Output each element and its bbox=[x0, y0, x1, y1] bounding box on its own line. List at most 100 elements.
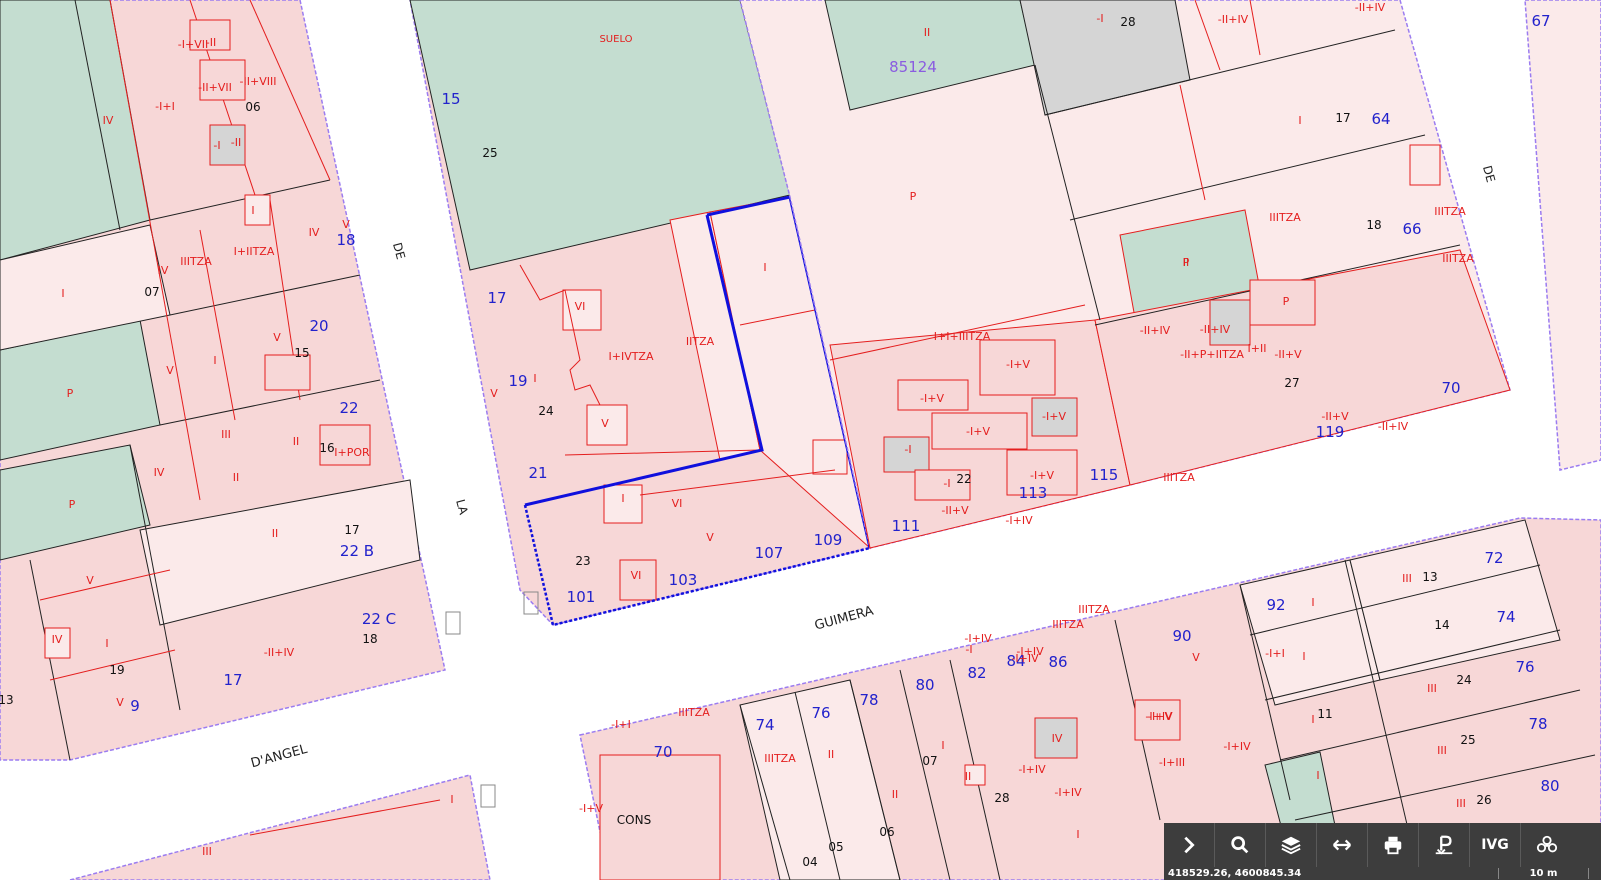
plot-number: 15 bbox=[294, 346, 309, 360]
floor-label: -II+VIII bbox=[240, 75, 277, 88]
plot-number: 22 bbox=[956, 472, 971, 486]
print-button[interactable] bbox=[1368, 823, 1419, 867]
measure-button[interactable] bbox=[1317, 823, 1368, 867]
floor-label: -I+VII bbox=[178, 38, 208, 51]
floor-label: -I+III bbox=[1159, 756, 1185, 769]
house-number: 67 bbox=[1531, 12, 1550, 30]
floor-label: II bbox=[233, 471, 240, 484]
plot-number: 28 bbox=[994, 791, 1009, 805]
floor-label: II bbox=[1183, 256, 1190, 269]
floor-label: -II bbox=[206, 36, 216, 49]
floor-label: -II+IV bbox=[1140, 324, 1171, 337]
floor-label: V bbox=[166, 364, 174, 377]
floor-label: II bbox=[892, 788, 899, 801]
house-number: 86 bbox=[1048, 653, 1067, 671]
floor-label: -I+V bbox=[966, 425, 990, 438]
floor-label: -II+IV bbox=[264, 646, 295, 659]
floor-label: I+POR bbox=[334, 446, 370, 459]
floor-label: V bbox=[342, 218, 350, 231]
layers-icon bbox=[1281, 836, 1301, 855]
floor-label: P bbox=[69, 498, 76, 511]
floor-label: -I bbox=[904, 443, 911, 456]
floor-label: IIITZA bbox=[180, 255, 212, 268]
floor-label: I+IVTZA bbox=[608, 350, 653, 363]
floor-label: III bbox=[1456, 797, 1466, 810]
floor-label: -II+V bbox=[941, 504, 969, 517]
floor-label: III bbox=[221, 428, 231, 441]
plot-number: 17 bbox=[344, 523, 359, 537]
floor-label: P bbox=[67, 387, 74, 400]
plot-number: 16 bbox=[319, 441, 334, 455]
floor-label: II bbox=[924, 26, 931, 39]
floor-label: I bbox=[763, 261, 766, 274]
print-icon bbox=[1384, 836, 1402, 855]
house-number: 15 bbox=[441, 90, 460, 108]
house-number: 66 bbox=[1402, 220, 1421, 238]
floor-label: I bbox=[1302, 650, 1305, 663]
plot-number: 18 bbox=[1366, 218, 1381, 232]
floor-label: -I+IV bbox=[1011, 652, 1039, 665]
floor-label: -I+V bbox=[1042, 410, 1066, 423]
floor-label: IIITZA bbox=[764, 752, 796, 765]
floor-label: I bbox=[213, 354, 216, 367]
floor-label: I bbox=[1311, 596, 1314, 609]
layers-button[interactable] bbox=[1266, 823, 1317, 867]
floor-label: V bbox=[86, 574, 94, 587]
house-number: 70 bbox=[1441, 379, 1460, 397]
house-number: 78 bbox=[859, 691, 878, 709]
house-number: 109 bbox=[814, 531, 843, 549]
house-number: 76 bbox=[1515, 658, 1534, 676]
floor-label: -I+IV bbox=[1054, 786, 1082, 799]
house-number: 92 bbox=[1266, 596, 1285, 614]
floor-label: V bbox=[490, 387, 498, 400]
floor-label: -I+V bbox=[1030, 469, 1054, 482]
house-number: 21 bbox=[528, 464, 547, 482]
cadastral-map[interactable]: DELADEGUIMERAD'ANGELSUELO851242806250715… bbox=[0, 0, 1601, 880]
floor-label: I+IITZA bbox=[234, 245, 275, 258]
floor-label: I bbox=[941, 739, 944, 752]
house-number: 22 B bbox=[340, 542, 374, 560]
house-number: 17 bbox=[223, 671, 242, 689]
floor-label: I bbox=[61, 287, 64, 300]
plot-number: 07 bbox=[144, 285, 159, 299]
house-number: 74 bbox=[755, 716, 774, 734]
floor-label: I bbox=[450, 793, 453, 806]
plot-number: 26 bbox=[1476, 793, 1491, 807]
floor-label: I bbox=[1311, 713, 1314, 726]
house-number: 72 bbox=[1484, 549, 1503, 567]
floor-label: I bbox=[621, 492, 624, 505]
chevron-right-icon bbox=[1184, 836, 1195, 854]
cloud-nodes-button[interactable] bbox=[1521, 823, 1572, 867]
floor-label: -I+I bbox=[1265, 647, 1285, 660]
floor-label: IIITZA bbox=[1052, 618, 1084, 631]
floor-label: I bbox=[533, 372, 536, 385]
floor-label: III bbox=[1437, 744, 1447, 757]
plot-number: 25 bbox=[482, 146, 497, 160]
floor-label: VI bbox=[575, 300, 586, 313]
status-bar: 418529.26, 4600845.34 10 m bbox=[1164, 867, 1601, 880]
floor-label: V bbox=[706, 531, 714, 544]
plot-number: 24 bbox=[1456, 673, 1471, 687]
house-number: 70 bbox=[653, 743, 672, 761]
expand-button[interactable] bbox=[1164, 823, 1215, 867]
floor-label: -I+IV bbox=[1005, 514, 1033, 527]
plot-number: 04 bbox=[802, 855, 817, 869]
plot-number: 24 bbox=[538, 404, 553, 418]
parking-pin-button[interactable] bbox=[1419, 823, 1470, 867]
floor-label: V bbox=[273, 331, 281, 344]
ivg-button[interactable]: IVG bbox=[1470, 823, 1521, 867]
floor-label: -II+IV bbox=[1200, 323, 1231, 336]
house-number: 17 bbox=[487, 289, 506, 307]
search-button[interactable] bbox=[1215, 823, 1266, 867]
floor-label: V bbox=[116, 696, 124, 709]
floor-label: II bbox=[828, 748, 835, 761]
floor-label: I+I+IIITZA bbox=[934, 330, 991, 343]
house-number: 22 bbox=[339, 399, 358, 417]
floor-label: -II+IV bbox=[1355, 1, 1386, 14]
floor-label: IV bbox=[158, 264, 169, 277]
plot-number: 13 bbox=[0, 693, 14, 707]
zone-label: SUELO bbox=[599, 34, 632, 45]
floor-label: IIITZA bbox=[1269, 211, 1301, 224]
house-number: 113 bbox=[1019, 484, 1048, 502]
plot-number: 13 bbox=[1422, 570, 1437, 584]
